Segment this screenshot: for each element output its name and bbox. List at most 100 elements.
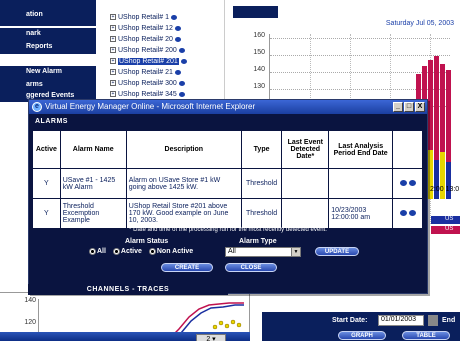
nav-item-location[interactable]: ation	[0, 9, 96, 22]
nav-item-new-alarm[interactable]: New Alarm	[0, 66, 96, 79]
info-icon[interactable]	[174, 25, 181, 31]
radio-icon[interactable]	[112, 248, 120, 255]
table-row[interactable]: Y Threshold Excemption Example UShop Ret…	[32, 198, 423, 229]
column-header: Last Analysis Period End Date	[328, 130, 394, 169]
info-icon[interactable]	[408, 180, 416, 187]
status-radio-group: All Active Non Active	[89, 248, 198, 255]
cell-last-analysis	[328, 168, 394, 199]
alarms-table: Active Alarm Name Description Type Last …	[32, 130, 423, 229]
y-tick-label: 130	[253, 83, 265, 90]
close-window-button[interactable]: X	[415, 102, 425, 112]
edit-icon[interactable]	[399, 180, 407, 187]
tree-item[interactable]: + UShop Retail# 200	[110, 47, 185, 57]
cell-last-event	[281, 168, 330, 199]
legend-entry: US	[431, 226, 460, 234]
y-tick-label: 120	[24, 319, 36, 326]
chart-date: Saturday Jul 05, 2003	[385, 20, 454, 27]
info-icon[interactable]	[178, 80, 185, 86]
legend-entry: US	[431, 216, 460, 224]
tree-item-selected[interactable]: + UShop Retail# 201	[110, 58, 187, 68]
channels-traces-header: CHANNELS - TRACES	[28, 284, 228, 295]
alarm-status-label: Alarm Status	[125, 238, 169, 245]
y-tick-label: 160	[253, 32, 265, 39]
expand-icon[interactable]: +	[110, 14, 116, 21]
tree-item[interactable]: + UShop Retail# 21	[110, 69, 181, 79]
cell-description: Alarm on USave Store #1 kW going above 1…	[125, 168, 242, 199]
y-tick-label: 140	[253, 66, 265, 73]
maximize-button[interactable]: □	[404, 102, 414, 112]
window-titlebar[interactable]: e Virtual Energy Manager Online - Micros…	[29, 100, 427, 114]
expand-icon[interactable]: +	[110, 80, 116, 87]
alarm-type-label: Alarm Type	[239, 238, 277, 245]
info-icon[interactable]	[408, 210, 416, 217]
cell-description: UShop Retail Store #201 above 170 kW. Go…	[125, 198, 242, 229]
date-panel: Start Date: 01/01/2003 End GRAPH TABLE	[262, 312, 460, 341]
alarms-window: e Virtual Energy Manager Online - Micros…	[28, 99, 428, 294]
tree-item[interactable]: + UShop Retail# 1	[110, 14, 177, 24]
row-actions	[392, 168, 423, 199]
calendar-icon[interactable]	[428, 315, 438, 326]
status-active-option[interactable]: Active	[112, 248, 142, 255]
column-header: Description	[125, 130, 242, 169]
cell-last-analysis: 10/23/2003 12:00:00 am	[328, 198, 394, 229]
radio-icon[interactable]	[148, 248, 156, 255]
chart-toolbar	[233, 6, 278, 18]
expand-icon[interactable]: +	[110, 58, 116, 65]
table-button[interactable]: TABLE	[402, 331, 450, 340]
section-title: ALARMS	[35, 118, 68, 125]
cell-alarm-name: Threshold Excemption Example	[59, 198, 127, 229]
footnote: * Date and time of the processing run fo…	[129, 227, 327, 233]
info-icon[interactable]	[174, 36, 181, 42]
cell-alarm-name: USave #1 - 1425 kW Alarm	[59, 168, 127, 199]
cell-active: Y	[32, 198, 61, 229]
cell-active: Y	[32, 168, 61, 199]
tree-item[interactable]: + UShop Retail# 300	[110, 80, 185, 90]
end-date-label: End	[442, 317, 456, 324]
page-select[interactable]: 2 ▾	[196, 334, 226, 341]
update-button[interactable]: UPDATE	[315, 247, 359, 256]
expand-icon[interactable]: +	[110, 36, 116, 43]
graph-button[interactable]: GRAPH	[338, 331, 386, 340]
nav-item-benchmark[interactable]: nark	[0, 28, 96, 41]
expand-icon[interactable]: +	[110, 69, 116, 76]
column-header-actions	[392, 130, 423, 169]
status-non-active-option[interactable]: Non Active	[148, 248, 193, 255]
chart-bar	[446, 162, 451, 199]
row-actions	[392, 198, 423, 229]
radio-selected-icon[interactable]	[89, 248, 96, 255]
left-nav: ation nark Reports New Alarm arms ggered…	[0, 0, 96, 110]
info-icon[interactable]	[170, 14, 177, 20]
column-header: Active	[32, 130, 61, 169]
status-all-option[interactable]: All	[89, 248, 106, 255]
column-header: Type	[240, 130, 283, 169]
expand-icon[interactable]: +	[110, 25, 116, 32]
table-row[interactable]: Y USave #1 - 1425 kW Alarm Alarm on USav…	[32, 168, 423, 199]
start-date-label: Start Date:	[332, 317, 368, 324]
edit-icon[interactable]	[399, 210, 407, 217]
info-icon[interactable]	[174, 69, 181, 75]
close-button[interactable]: CLOSE	[225, 263, 277, 272]
cell-type: Threshold	[240, 198, 283, 229]
cell-type: Threshold	[240, 168, 283, 199]
y-tick-label: 140	[24, 297, 36, 304]
chevron-down-icon[interactable]: ▼	[291, 248, 300, 256]
minimize-button[interactable]: _	[393, 102, 403, 112]
info-icon[interactable]	[178, 47, 185, 53]
info-icon[interactable]	[178, 91, 185, 97]
tree-item[interactable]: + UShop Retail# 12	[110, 25, 181, 35]
column-header: Alarm Name	[59, 130, 127, 169]
alarm-type-select[interactable]: All ▼	[225, 247, 301, 257]
y-tick-label: 150	[253, 49, 265, 56]
table-header-row: Active Alarm Name Description Type Last …	[32, 130, 423, 169]
tree-item[interactable]: + UShop Retail# 20	[110, 36, 181, 46]
cell-last-event	[281, 198, 330, 229]
ie-logo-icon: e	[32, 102, 42, 112]
expand-icon[interactable]: +	[110, 47, 116, 54]
expand-icon[interactable]: +	[110, 91, 116, 98]
chart-time-label: 2:00 13:0	[430, 186, 460, 193]
nav-item-reports[interactable]: Reports	[0, 41, 96, 54]
window-title: Virtual Energy Manager Online - Microsof…	[45, 102, 256, 111]
create-button[interactable]: CREATE	[161, 263, 213, 272]
start-date-input[interactable]: 01/01/2003	[378, 315, 424, 326]
info-icon[interactable]	[180, 58, 187, 64]
